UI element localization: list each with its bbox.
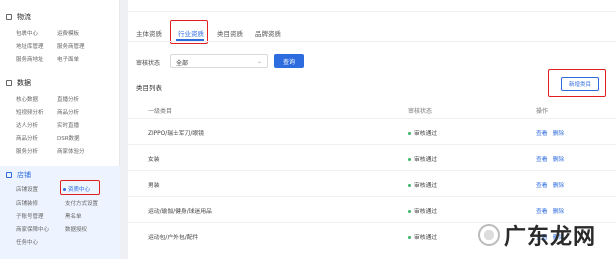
status-dot-icon [408,158,411,161]
sidebar-item-product-analysis-2[interactable]: 商品分析 [16,134,38,142]
category-cell: ZIPPO/瑞士军刀/眼镜 [148,131,204,137]
category-list-title: 类目列表 [136,84,162,92]
category-cell: 运动/瑜伽/健身/球迷用品 [148,209,212,215]
chevron-down-icon: ⌄ [256,58,262,65]
actions-cell: 查看 删除 [536,128,569,137]
sidebar-item-merchant-guarantee[interactable]: 商家保障中心 [16,225,49,233]
status-dot-icon [408,184,411,187]
actions-cell: 查看 删除 [536,206,569,215]
sidebar-item-provider-address[interactable]: 服务商地址 [16,55,44,63]
logistics-icon [6,14,12,20]
watermark: 广东龙网 [477,219,596,251]
delete-link[interactable]: 删除 [553,209,565,215]
status-text: 审核通过 [414,131,438,137]
sidebar-item-store-settings[interactable]: 店铺设置 [16,185,38,193]
sidebar: 物流 包裹中心 运费模板 地址库管理 服务商管理 服务商地址 电子面单 数据 核… [0,0,120,259]
sidebar-item-short-video-analysis[interactable]: 短视频分析 [16,108,44,116]
watermark-text: 广东龙网 [503,224,596,250]
column-header-category: 一级类目 [148,108,173,115]
sidebar-item-payment-settings[interactable]: 支付方式设置 [65,199,98,207]
query-button[interactable]: 查询 [274,54,304,68]
status-cell: 审核通过 [408,232,437,241]
sidebar-group-title: 店铺 [17,171,31,179]
status-filter-select[interactable]: 全部 ⌄ [170,54,268,68]
table-row: 男装 审核通过 查看 删除 [128,170,616,196]
sidebar-item-core-data[interactable]: 核心数据 [16,95,38,103]
sidebar-item-merchant-score[interactable]: 商家体验分 [57,147,85,155]
sidebar-group-title: 物流 [17,13,31,21]
category-cell: 男装 [148,183,160,189]
sidebar-item-task-center[interactable]: 任务中心 [16,238,38,246]
tabs-divider [128,41,616,42]
status-text: 审核通过 [414,209,438,215]
table-row: 女装 审核通过 查看 删除 [128,144,616,170]
status-dot-icon [408,210,411,213]
sidebar-item-influencer-analysis[interactable]: 达人分析 [16,121,38,129]
sidebar-item-provider-manage[interactable]: 服务商管理 [57,42,85,50]
delete-link[interactable]: 删除 [553,183,565,189]
data-icon [6,80,12,86]
sidebar-item-service-analysis[interactable]: 服务分析 [16,147,38,155]
actions-cell: 查看 删除 [536,154,569,163]
sidebar-item-dsr-data[interactable]: DSR数据 [57,134,80,142]
view-link[interactable]: 查看 [536,157,548,163]
sidebar-item-product-analysis[interactable]: 商品分析 [57,108,79,116]
view-link[interactable]: 查看 [536,183,548,189]
status-filter-value: 全部 [176,60,189,67]
status-dot-icon [408,132,411,135]
delete-link[interactable]: 删除 [553,131,565,137]
delete-link[interactable]: 删除 [553,157,565,163]
sidebar-item-realtime-live[interactable]: 实时直播 [57,121,79,129]
tab-category-qualification[interactable]: 类目资质 [217,28,243,38]
status-cell: 审核通过 [408,206,437,215]
column-header-status: 审核状态 [408,108,433,115]
sidebar-item-parcel-center[interactable]: 包裹中心 [16,29,38,37]
top-notice-bar [128,0,616,12]
view-link[interactable]: 查看 [536,209,548,215]
highlight-box-add-category [548,69,606,97]
sidebar-item-address-library[interactable]: 地址库管理 [16,42,44,50]
actions-cell: 查看 删除 [536,180,569,189]
highlight-box-qualification-center [60,180,100,195]
sidebar-group-logistics[interactable]: 物流 [6,12,31,22]
sidebar-item-e-waybill[interactable]: 电子面单 [57,55,79,63]
status-text: 审核通过 [414,183,438,189]
category-cell: 运动包/户外包/配件 [148,235,199,241]
status-text: 审核通过 [414,157,438,163]
status-cell: 审核通过 [408,180,437,189]
store-icon [6,172,12,178]
sidebar-item-live-analysis[interactable]: 直播分析 [57,95,79,103]
status-filter-label: 审核状态 [136,60,161,67]
watermark-logo-icon [477,224,500,246]
status-cell: 审核通过 [408,154,437,163]
sidebar-item-data-authorization[interactable]: 数据授权 [65,225,87,233]
sidebar-item-blacklist[interactable]: 黑名单 [65,212,82,220]
sidebar-group-data[interactable]: 数据 [6,78,31,88]
column-header-actions: 操作 [536,108,549,115]
sidebar-group-title: 数据 [17,79,31,87]
sidebar-item-freight-template[interactable]: 运费模板 [57,29,79,37]
sidebar-group-store[interactable]: 店铺 [6,170,31,180]
view-link[interactable]: 查看 [536,131,548,137]
sidebar-item-sub-accounts[interactable]: 子账号管理 [16,212,44,220]
status-cell: 审核通过 [408,128,437,137]
table-row: ZIPPO/瑞士军刀/眼镜 审核通过 查看 删除 [128,118,616,144]
category-cell: 女装 [148,157,160,163]
status-text: 审核通过 [414,235,438,241]
sidebar-item-store-decoration[interactable]: 店铺装修 [16,199,38,207]
status-dot-icon [408,236,411,239]
tab-brand-qualification[interactable]: 品牌资质 [255,28,281,38]
tab-subject-qualification[interactable]: 主体资质 [136,28,162,38]
